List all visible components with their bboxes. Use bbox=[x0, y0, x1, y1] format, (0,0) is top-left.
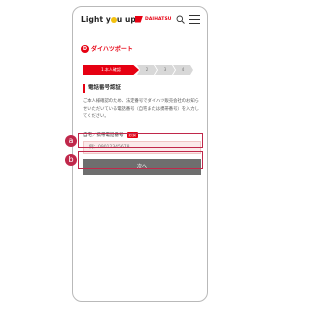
step-4: 4 bbox=[173, 65, 193, 75]
annotation-highlight-b bbox=[78, 151, 203, 169]
step-1: 1.本人確認 bbox=[83, 65, 139, 75]
daihatsu-mark-icon bbox=[135, 15, 143, 23]
search-icon[interactable] bbox=[176, 15, 185, 24]
daihatsu-pass-logo: D ダイハツポート bbox=[81, 44, 133, 53]
step-3: 3 bbox=[155, 65, 175, 75]
progress-steps: 1.本人確認 2 3 4 bbox=[83, 65, 201, 75]
menu-icon[interactable] bbox=[189, 15, 200, 24]
step-2: 2 bbox=[137, 65, 157, 75]
annotation-badge-a: a bbox=[65, 135, 77, 147]
section-description: ご本人様確認のため、法定番号でダイハツ販売会社のお知らせいただいている電話番号（… bbox=[83, 99, 199, 119]
header-bar: Light yu up DAIHATSU bbox=[73, 15, 207, 33]
annotation-badge-b: b bbox=[65, 154, 77, 166]
brand-logo[interactable]: Light yu up bbox=[81, 15, 136, 24]
annotation-highlight-a bbox=[78, 133, 203, 148]
section-title: 電話番号認証 bbox=[83, 84, 121, 93]
daihatsu-logo: DAIHATSU bbox=[135, 15, 172, 23]
